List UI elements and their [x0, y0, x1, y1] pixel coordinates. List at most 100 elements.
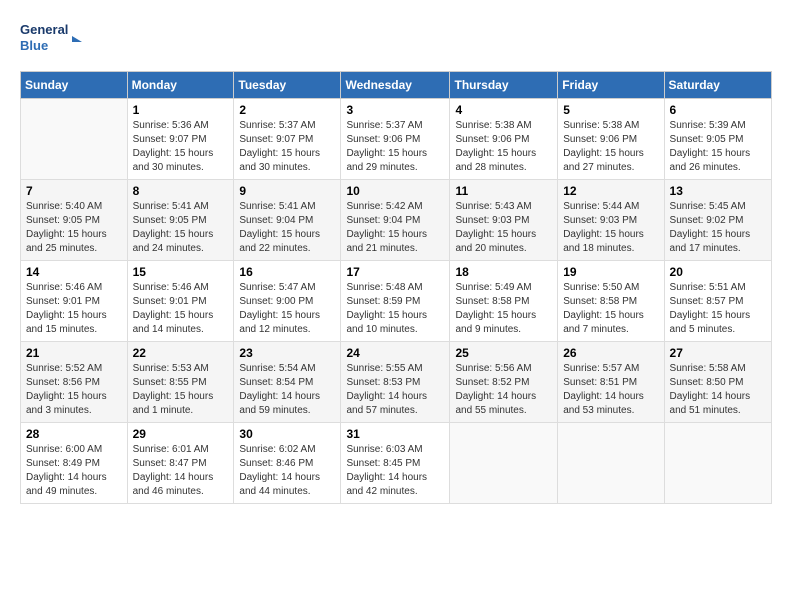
calendar-cell: 16Sunrise: 5:47 AM Sunset: 9:00 PM Dayli… — [234, 261, 341, 342]
day-info: Sunrise: 5:58 AM Sunset: 8:50 PM Dayligh… — [670, 362, 766, 418]
day-number: 1 — [133, 103, 229, 117]
calendar-cell: 2 Sunrise: 5:37 AM Sunset: 9:07 PM Daylig… — [234, 99, 341, 180]
calendar-cell: 26 Sunrise: 5:57 AM Sunset: 8:51 PM Dayli… — [558, 342, 664, 423]
calendar-cell — [664, 423, 771, 504]
day-number: 13 — [670, 184, 766, 198]
day-info: Sunrise: 5:52 AM Sunset: 8:56 PM Dayligh… — [26, 362, 122, 418]
logo-svg: General Blue — [20, 16, 90, 56]
calendar-cell: 31Sunrise: 6:03 AM Sunset: 8:45 PM Dayli… — [341, 423, 450, 504]
day-info: Sunrise: 5:43 AM Sunset: 9:03 PM Dayligh… — [455, 200, 552, 256]
day-number: 5 — [563, 103, 658, 117]
day-info: Sunrise: 5:46 AM Sunset: 9:01 PM Dayligh… — [133, 281, 229, 337]
page-header: General Blue — [20, 16, 772, 61]
calendar-cell: 24Sunrise: 5:55 AM Sunset: 8:53 PM Dayli… — [341, 342, 450, 423]
week-row-5: 28 Sunrise: 6:00 AM Sunset: 8:49 PM Dayli… — [21, 423, 772, 504]
day-info: Sunrise: 5:38 AM Sunset: 9:06 PM Dayligh… — [563, 119, 658, 175]
calendar-cell: 7 Sunrise: 5:40 AM Sunset: 9:05 PM Daylig… — [21, 180, 128, 261]
calendar-cell: 10Sunrise: 5:42 AM Sunset: 9:04 PM Dayli… — [341, 180, 450, 261]
calendar-cell — [21, 99, 128, 180]
day-number: 14 — [26, 265, 122, 279]
day-number: 3 — [346, 103, 444, 117]
calendar-cell — [450, 423, 558, 504]
day-info: Sunrise: 5:53 AM Sunset: 8:55 PM Dayligh… — [133, 362, 229, 418]
week-row-3: 14 Sunrise: 5:46 AM Sunset: 9:01 PM Dayli… — [21, 261, 772, 342]
day-info: Sunrise: 5:50 AM Sunset: 8:58 PM Dayligh… — [563, 281, 658, 337]
day-number: 11 — [455, 184, 552, 198]
calendar-cell: 9 Sunrise: 5:41 AM Sunset: 9:04 PM Daylig… — [234, 180, 341, 261]
calendar-cell: 5 Sunrise: 5:38 AM Sunset: 9:06 PM Daylig… — [558, 99, 664, 180]
day-info: Sunrise: 5:45 AM Sunset: 9:02 PM Dayligh… — [670, 200, 766, 256]
day-info: Sunrise: 5:51 AM Sunset: 8:57 PM Dayligh… — [670, 281, 766, 337]
calendar-cell: 14 Sunrise: 5:46 AM Sunset: 9:01 PM Dayli… — [21, 261, 128, 342]
day-info: Sunrise: 5:54 AM Sunset: 8:54 PM Dayligh… — [239, 362, 335, 418]
day-info: Sunrise: 5:36 AM Sunset: 9:07 PM Dayligh… — [133, 119, 229, 175]
day-info: Sunrise: 5:38 AM Sunset: 9:06 PM Dayligh… — [455, 119, 552, 175]
day-number: 2 — [239, 103, 335, 117]
day-number: 8 — [133, 184, 229, 198]
day-info: Sunrise: 5:40 AM Sunset: 9:05 PM Dayligh… — [26, 200, 122, 256]
calendar-cell: 8 Sunrise: 5:41 AM Sunset: 9:05 PM Daylig… — [127, 180, 234, 261]
day-number: 25 — [455, 346, 552, 360]
day-number: 30 — [239, 427, 335, 441]
calendar-header-row: SundayMondayTuesdayWednesdayThursdayFrid… — [21, 72, 772, 99]
day-number: 4 — [455, 103, 552, 117]
calendar-cell: 4 Sunrise: 5:38 AM Sunset: 9:06 PM Daylig… — [450, 99, 558, 180]
calendar-cell: 21 Sunrise: 5:52 AM Sunset: 8:56 PM Dayli… — [21, 342, 128, 423]
day-info: Sunrise: 5:44 AM Sunset: 9:03 PM Dayligh… — [563, 200, 658, 256]
header-wednesday: Wednesday — [341, 72, 450, 99]
day-info: Sunrise: 5:57 AM Sunset: 8:51 PM Dayligh… — [563, 362, 658, 418]
day-info: Sunrise: 5:48 AM Sunset: 8:59 PM Dayligh… — [346, 281, 444, 337]
day-number: 21 — [26, 346, 122, 360]
day-number: 7 — [26, 184, 122, 198]
day-info: Sunrise: 6:00 AM Sunset: 8:49 PM Dayligh… — [26, 443, 122, 499]
day-info: Sunrise: 5:37 AM Sunset: 9:06 PM Dayligh… — [346, 119, 444, 175]
day-info: Sunrise: 5:49 AM Sunset: 8:58 PM Dayligh… — [455, 281, 552, 337]
week-row-4: 21 Sunrise: 5:52 AM Sunset: 8:56 PM Dayli… — [21, 342, 772, 423]
svg-text:Blue: Blue — [20, 38, 48, 53]
calendar-cell: 22 Sunrise: 5:53 AM Sunset: 8:55 PM Dayli… — [127, 342, 234, 423]
day-info: Sunrise: 5:39 AM Sunset: 9:05 PM Dayligh… — [670, 119, 766, 175]
day-number: 17 — [346, 265, 444, 279]
day-info: Sunrise: 6:01 AM Sunset: 8:47 PM Dayligh… — [133, 443, 229, 499]
calendar-cell: 1 Sunrise: 5:36 AM Sunset: 9:07 PM Daylig… — [127, 99, 234, 180]
day-number: 19 — [563, 265, 658, 279]
calendar-cell: 12 Sunrise: 5:44 AM Sunset: 9:03 PM Dayli… — [558, 180, 664, 261]
day-number: 6 — [670, 103, 766, 117]
day-number: 26 — [563, 346, 658, 360]
day-info: Sunrise: 5:41 AM Sunset: 9:04 PM Dayligh… — [239, 200, 335, 256]
calendar-cell: 3 Sunrise: 5:37 AM Sunset: 9:06 PM Daylig… — [341, 99, 450, 180]
calendar-cell: 27Sunrise: 5:58 AM Sunset: 8:50 PM Dayli… — [664, 342, 771, 423]
day-info: Sunrise: 5:46 AM Sunset: 9:01 PM Dayligh… — [26, 281, 122, 337]
day-number: 29 — [133, 427, 229, 441]
header-sunday: Sunday — [21, 72, 128, 99]
calendar-cell: 13 Sunrise: 5:45 AM Sunset: 9:02 PM Dayli… — [664, 180, 771, 261]
calendar-cell: 29 Sunrise: 6:01 AM Sunset: 8:47 PM Dayli… — [127, 423, 234, 504]
calendar-cell: 19 Sunrise: 5:50 AM Sunset: 8:58 PM Dayli… — [558, 261, 664, 342]
day-info: Sunrise: 5:42 AM Sunset: 9:04 PM Dayligh… — [346, 200, 444, 256]
header-monday: Monday — [127, 72, 234, 99]
header-friday: Friday — [558, 72, 664, 99]
day-number: 20 — [670, 265, 766, 279]
day-info: Sunrise: 5:55 AM Sunset: 8:53 PM Dayligh… — [346, 362, 444, 418]
day-info: Sunrise: 6:02 AM Sunset: 8:46 PM Dayligh… — [239, 443, 335, 499]
logo-text: General Blue — [20, 16, 90, 61]
week-row-1: 1 Sunrise: 5:36 AM Sunset: 9:07 PM Daylig… — [21, 99, 772, 180]
calendar-cell: 15Sunrise: 5:46 AM Sunset: 9:01 PM Dayli… — [127, 261, 234, 342]
calendar-cell: 17 Sunrise: 5:48 AM Sunset: 8:59 PM Dayli… — [341, 261, 450, 342]
calendar-cell: 18Sunrise: 5:49 AM Sunset: 8:58 PM Dayli… — [450, 261, 558, 342]
calendar-cell — [558, 423, 664, 504]
header-saturday: Saturday — [664, 72, 771, 99]
day-number: 28 — [26, 427, 122, 441]
svg-text:General: General — [20, 22, 68, 37]
calendar-cell: 6 Sunrise: 5:39 AM Sunset: 9:05 PM Daylig… — [664, 99, 771, 180]
day-info: Sunrise: 5:37 AM Sunset: 9:07 PM Dayligh… — [239, 119, 335, 175]
day-number: 9 — [239, 184, 335, 198]
day-number: 22 — [133, 346, 229, 360]
day-number: 16 — [239, 265, 335, 279]
header-tuesday: Tuesday — [234, 72, 341, 99]
day-number: 12 — [563, 184, 658, 198]
day-number: 23 — [239, 346, 335, 360]
calendar-table: SundayMondayTuesdayWednesdayThursdayFrid… — [20, 71, 772, 504]
logo: General Blue — [20, 16, 90, 61]
day-info: Sunrise: 5:41 AM Sunset: 9:05 PM Dayligh… — [133, 200, 229, 256]
